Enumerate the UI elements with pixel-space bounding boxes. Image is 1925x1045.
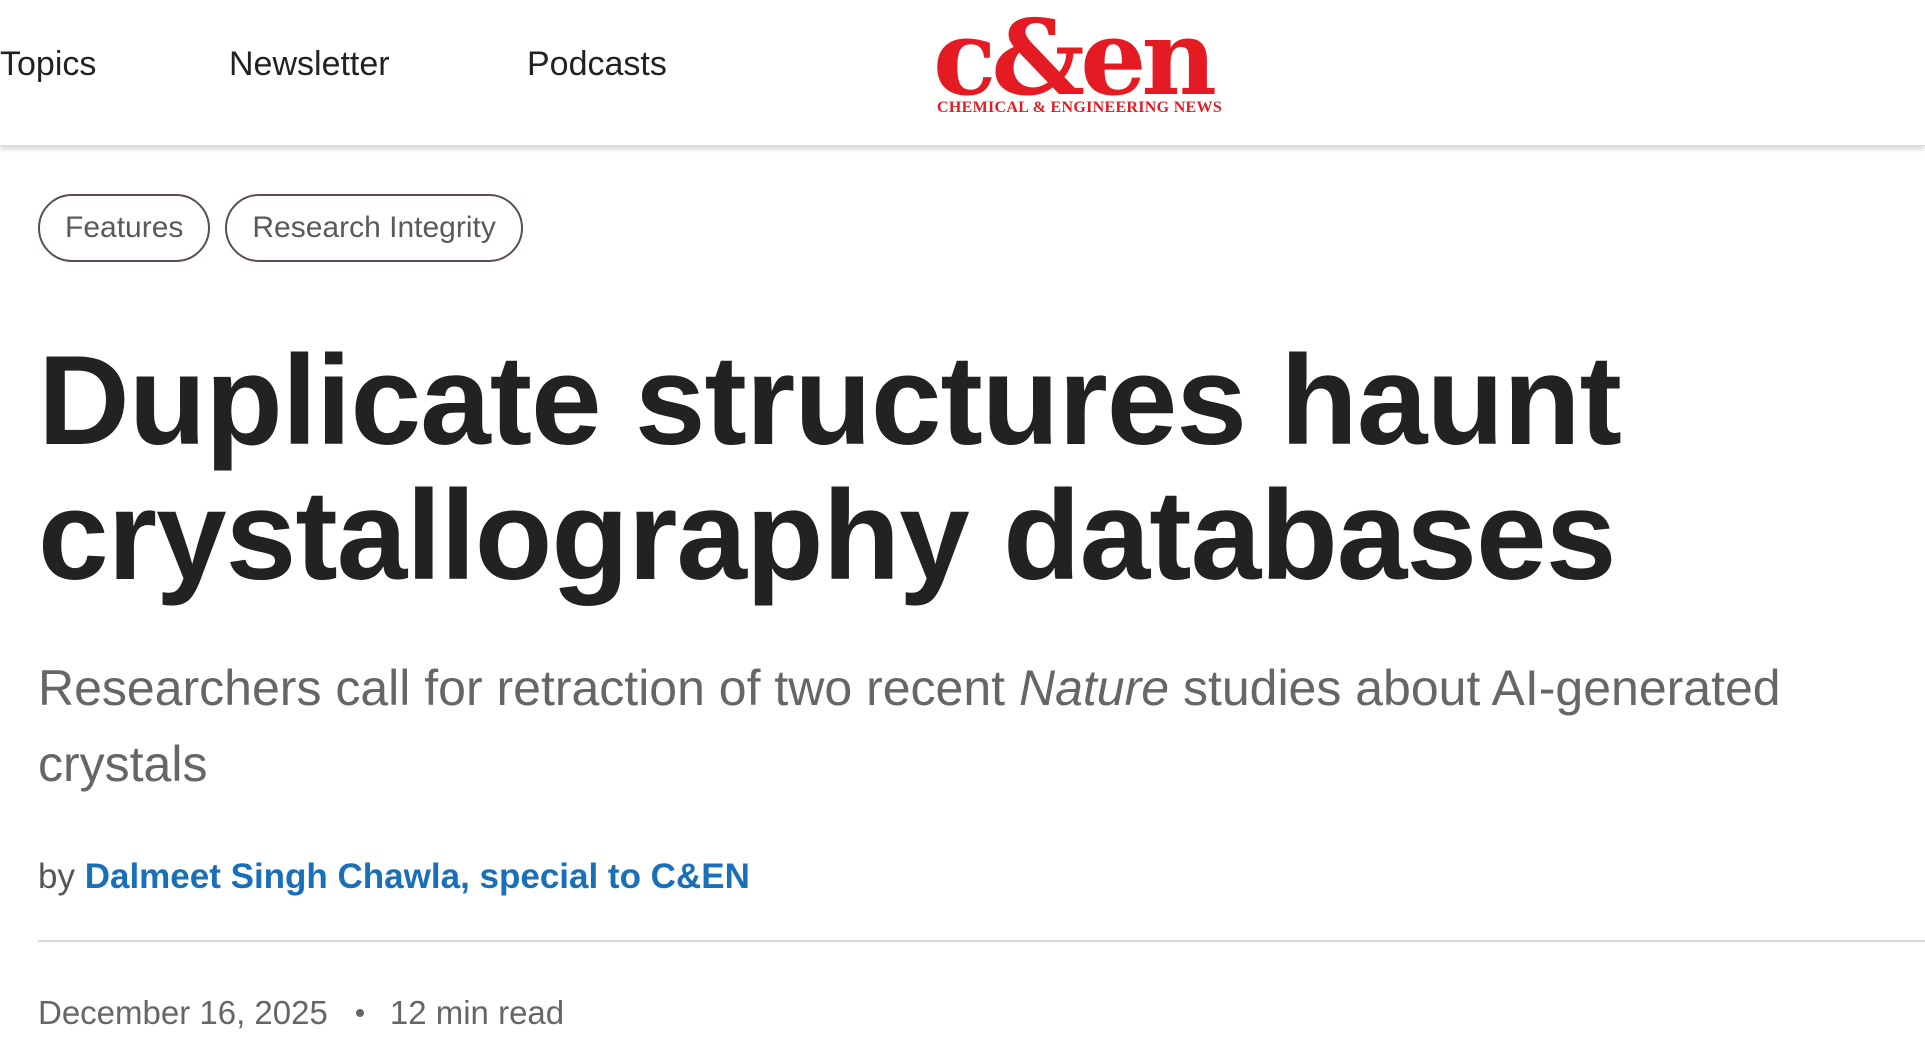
byline-prefix: by [38,857,75,896]
tag-features[interactable]: Features [38,194,211,262]
subhead-text-before: Researchers call for retraction of two r… [38,660,1019,716]
subhead-journal-name: Nature [1018,660,1170,716]
tag-research-integrity[interactable]: Research Integrity [225,194,523,262]
article-byline: by Dalmeet Singh Chawla, special to C&EN [38,853,750,901]
read-time: 12 min read [389,994,565,1031]
nav-newsletter-link[interactable]: Newsletter [229,40,390,88]
byline-divider [38,940,1925,942]
logo-wordmark: c&en [933,0,1217,119]
article-subheadline: Researchers call for retraction of two r… [38,650,1925,802]
article-meta: December 16, 2025 12 min read [38,991,564,1035]
article-tags: Features Research Integrity [38,194,523,262]
nav-topics-link[interactable]: Topics [0,40,96,88]
headline-line-2: crystallography databases [38,464,1616,606]
nav-podcasts-link[interactable]: Podcasts [527,40,667,88]
author-link[interactable]: Dalmeet Singh Chawla, special to C&EN [85,857,750,896]
article-header: Features Research Integrity Duplicate st… [0,145,1925,1045]
top-navigation-bar: Topics Newsletter Podcasts c&en CHEMICAL… [0,0,1925,146]
headline-line-1: Duplicate structures haunt [38,329,1622,471]
article-headline: Duplicate structures haunt crystallograph… [38,333,1738,603]
separator-dot-icon [355,1009,364,1018]
logo-tagline: CHEMICAL & ENGINEERING NEWS [937,99,1223,116]
publish-date: December 16, 2025 [38,994,328,1031]
cen-logo[interactable]: c&en CHEMICAL & ENGINEERING NEWS [933,0,1258,120]
